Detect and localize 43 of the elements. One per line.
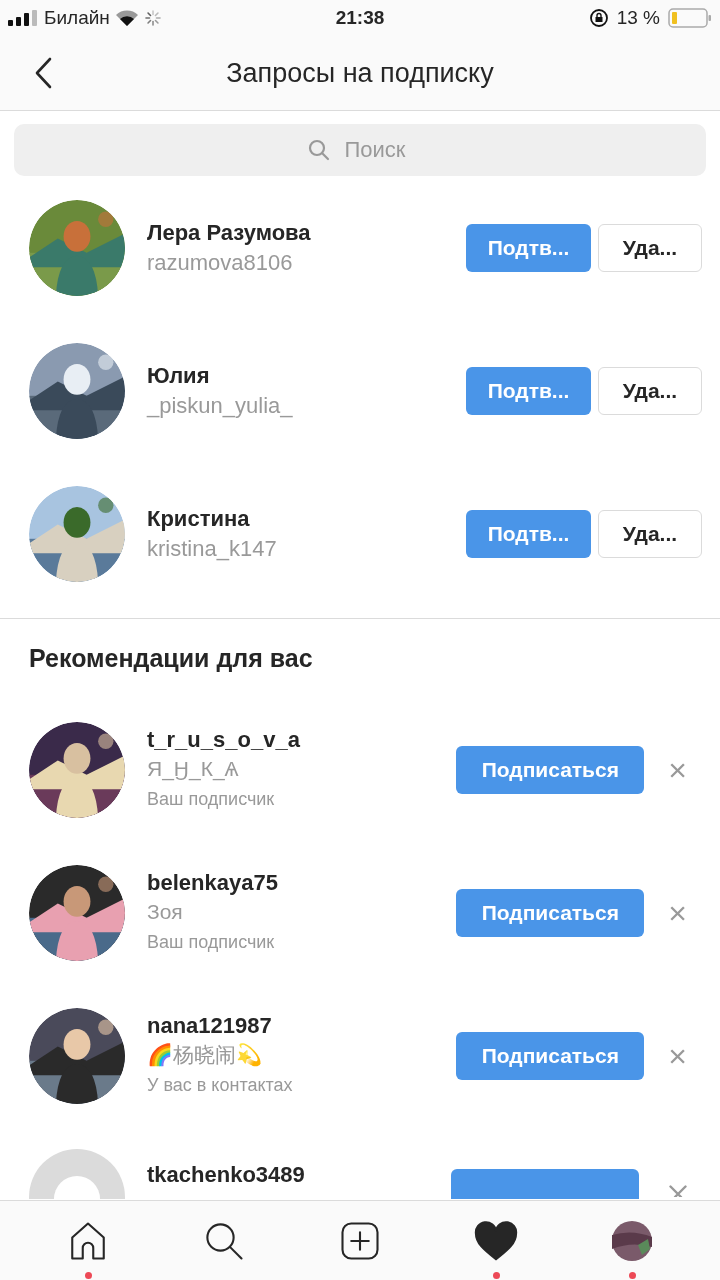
username: _piskun_yulia_ bbox=[147, 391, 294, 420]
suggestion-reason: Ваш подписчик bbox=[147, 787, 276, 811]
search-field[interactable]: Поиск bbox=[14, 124, 706, 176]
page-title: Запросы на подписку bbox=[226, 56, 494, 90]
display-name: Лера Разумова bbox=[147, 218, 312, 247]
username: nana121987 bbox=[147, 1011, 273, 1040]
delete-button[interactable]: Уда... bbox=[598, 366, 702, 415]
dismiss-button[interactable]: × bbox=[668, 753, 687, 786]
loading-spinner-icon bbox=[143, 9, 162, 27]
section-heading: Рекомендации для вас bbox=[29, 642, 313, 674]
username: t_r_u_s_o_v_a bbox=[147, 725, 301, 754]
signal-icon bbox=[8, 10, 38, 26]
heart-icon[interactable] bbox=[474, 1220, 518, 1261]
wifi-icon bbox=[115, 10, 138, 26]
delete-button[interactable]: Уда... bbox=[598, 223, 702, 272]
username: belenkaya75 bbox=[147, 868, 279, 897]
follow-button[interactable]: Подписаться bbox=[456, 888, 645, 937]
rotation-lock-icon bbox=[588, 8, 609, 28]
suggestion-reason: У вас в контактах bbox=[147, 1073, 294, 1097]
follow-button[interactable]: Подписаться bbox=[456, 1031, 645, 1080]
confirm-button[interactable]: Подтв... bbox=[466, 509, 591, 558]
delete-button[interactable]: Уда... bbox=[598, 509, 702, 558]
battery-icon bbox=[668, 8, 712, 28]
full-name: Зоя bbox=[147, 898, 184, 925]
suggestion-reason: Ваш подписчик bbox=[147, 930, 276, 954]
username: kristina_k147 bbox=[147, 534, 278, 563]
dismiss-button[interactable]: × bbox=[668, 1039, 687, 1072]
dismiss-button[interactable]: × bbox=[668, 896, 687, 929]
add-icon[interactable] bbox=[339, 1219, 381, 1262]
carrier-name: Билайн bbox=[44, 5, 110, 30]
follow-button[interactable]: Подписаться bbox=[456, 745, 645, 794]
close-icon bbox=[669, 1185, 687, 1197]
display-name: Кристина bbox=[147, 504, 251, 533]
full-name: 🌈杨晓闹💫 bbox=[147, 1041, 263, 1069]
username: tkachenko3489 bbox=[147, 1162, 305, 1187]
confirm-button[interactable]: Подтв... bbox=[466, 366, 591, 415]
username: razumova8106 bbox=[147, 248, 294, 277]
confirm-button[interactable]: Подтв... bbox=[466, 223, 591, 272]
clock-time: 21:38 bbox=[334, 5, 386, 30]
full-name: Я_Ӈ_К_Ѧ bbox=[147, 755, 240, 783]
display-name: Юлия bbox=[147, 361, 211, 390]
battery-percent: 13 % bbox=[616, 5, 660, 30]
search-icon bbox=[308, 139, 330, 161]
